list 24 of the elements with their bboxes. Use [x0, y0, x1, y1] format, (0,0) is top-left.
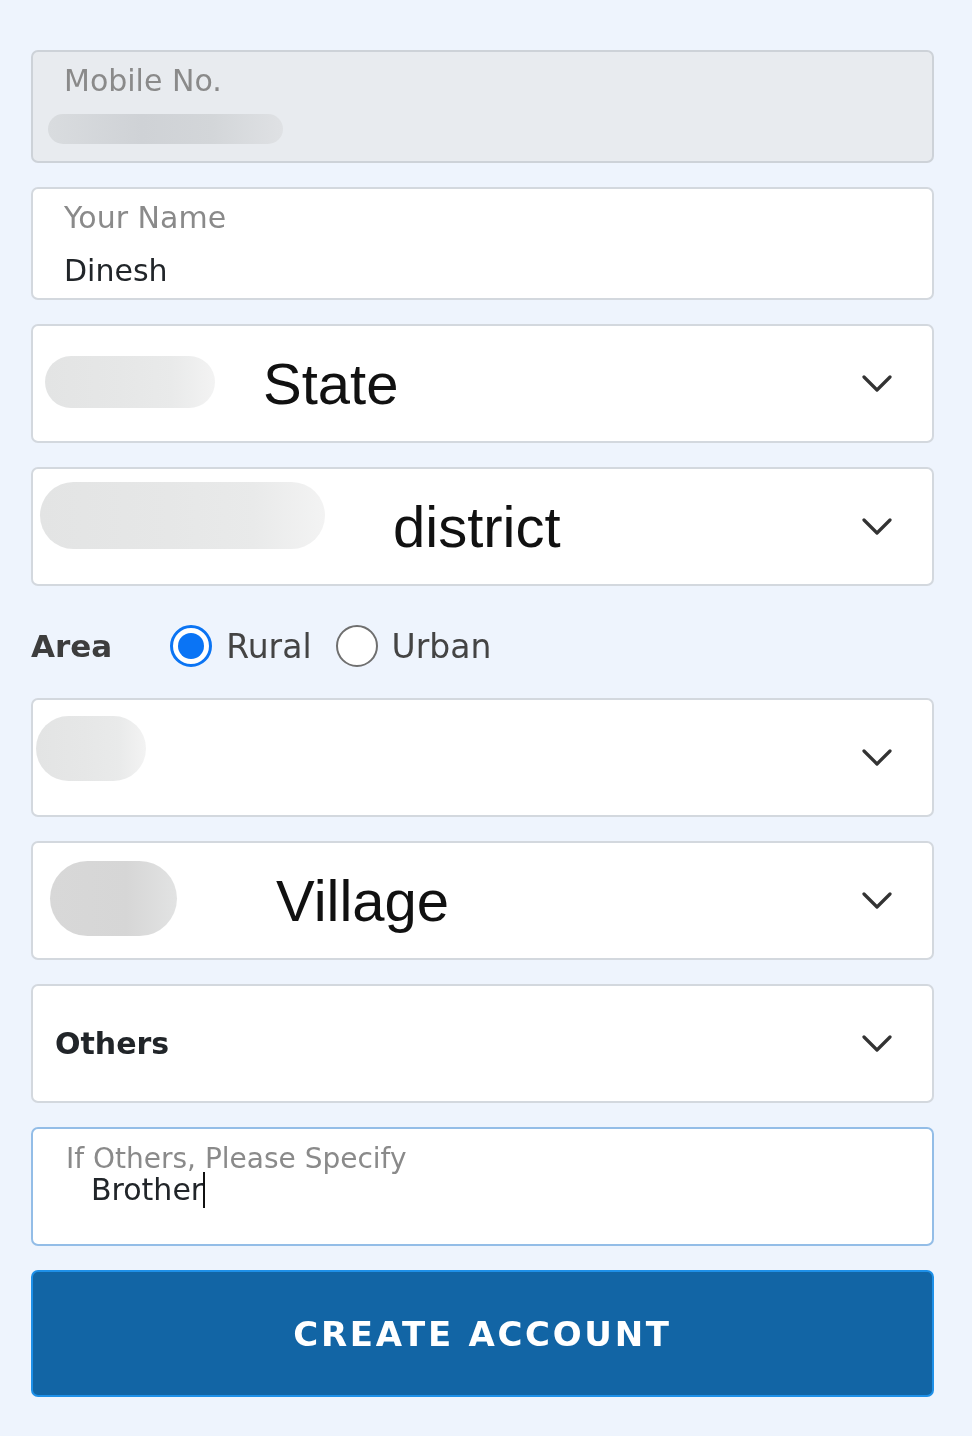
field-value: Dinesh: [64, 252, 168, 290]
dropdown-field[interactable]: Village: [31, 841, 934, 960]
chevron-down-icon[interactable]: [862, 892, 892, 909]
field-value: Brother: [91, 1173, 204, 1207]
option-label[interactable]: Rural: [226, 626, 312, 666]
dropdown-field[interactable]: Others: [31, 984, 934, 1103]
field-label: Your Name: [64, 199, 227, 237]
dropdown-field[interactable]: State: [31, 324, 934, 443]
input-field[interactable]: Your Name Dinesh: [31, 187, 934, 300]
chevron-down-icon[interactable]: [862, 1035, 892, 1052]
cursor-icon: [203, 1172, 206, 1208]
area-label: Area: [31, 628, 113, 664]
create-account-button[interactable]: CREATE ACCOUNT: [31, 1270, 934, 1397]
chevron-down-icon[interactable]: [862, 749, 892, 766]
dropdown-field[interactable]: district: [31, 467, 934, 586]
field-label: Mobile No.: [64, 62, 222, 100]
option-label[interactable]: Urban: [391, 626, 492, 666]
radio-button[interactable]: [170, 625, 213, 667]
dropdown-field[interactable]: [31, 698, 934, 817]
field-label: If Others, Please Specify: [66, 1144, 407, 1174]
chevron-down-icon[interactable]: [862, 518, 892, 535]
chevron-down-icon[interactable]: [862, 375, 892, 392]
radio-button[interactable]: [335, 625, 378, 667]
input-field[interactable]: If Others, Please Specify Brother: [31, 1127, 934, 1246]
